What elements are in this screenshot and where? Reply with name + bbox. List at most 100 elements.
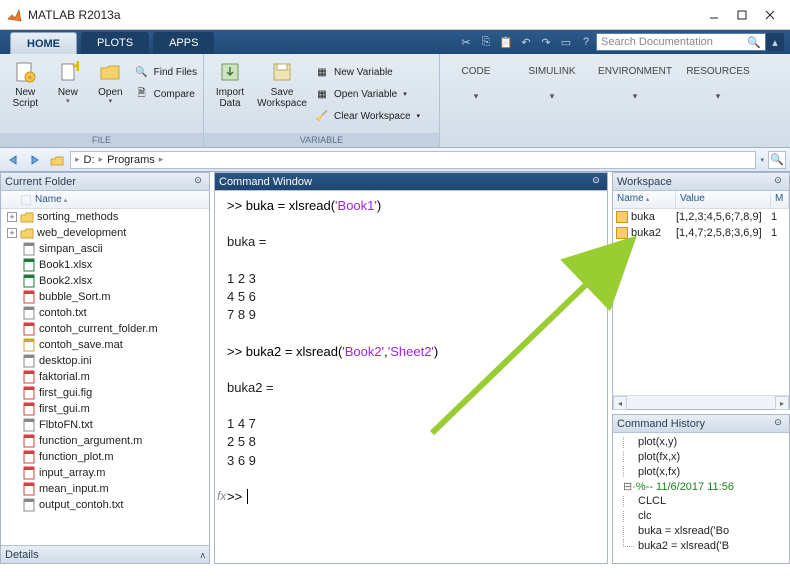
- up-folder-button[interactable]: [48, 151, 66, 169]
- file-tree-item[interactable]: faktorial.m: [1, 369, 209, 385]
- file-tree-item[interactable]: contoh.txt: [1, 305, 209, 321]
- file-icon: [22, 434, 36, 448]
- import-data-button[interactable]: Import Data: [210, 58, 250, 109]
- close-button[interactable]: [756, 4, 784, 26]
- qat-undo-icon[interactable]: ↶: [516, 32, 536, 52]
- command-history-body[interactable]: plot(x,y)plot(fx,x)plot(x,fx)⊟·%-- 11/6/…: [613, 433, 789, 563]
- history-line[interactable]: buka = xlsread('Bo: [623, 524, 789, 539]
- expand-details-icon[interactable]: ʌ: [201, 550, 206, 560]
- find-files-button[interactable]: 🔍Find Files: [134, 62, 197, 82]
- file-tree-item[interactable]: Book1.xlsx: [1, 257, 209, 273]
- qat-redo-icon[interactable]: ↷: [536, 32, 556, 52]
- file-tree-item[interactable]: contoh_save.mat: [1, 337, 209, 353]
- current-folder-path[interactable]: ▸ D: ▸ Programs ▸: [70, 151, 756, 169]
- tab-apps[interactable]: APPS: [153, 32, 214, 54]
- workspace-hscrollbar[interactable]: ◂ ▸: [613, 395, 789, 409]
- file-tree-item[interactable]: simpan_ascii: [1, 241, 209, 257]
- search-icon[interactable]: 🔍: [747, 36, 761, 49]
- file-tree-item[interactable]: function_plot.m: [1, 449, 209, 465]
- file-tree-item[interactable]: first_gui.fig: [1, 385, 209, 401]
- open-button[interactable]: Open▾: [91, 58, 130, 106]
- qat-switch-windows-icon[interactable]: ▭: [556, 32, 576, 52]
- panel-options-icon[interactable]: ⊙: [771, 417, 785, 431]
- new-script-button[interactable]: + New Script: [6, 58, 45, 109]
- qat-help-icon[interactable]: ?: [576, 32, 596, 52]
- current-folder-columns[interactable]: Name▴: [1, 191, 209, 209]
- clear-workspace-button[interactable]: 🧹Clear Workspace▾: [314, 106, 420, 126]
- current-folder-header[interactable]: Current Folder ⊙: [1, 173, 209, 191]
- file-icon: [22, 306, 36, 320]
- save-workspace-button[interactable]: Save Workspace: [254, 58, 310, 109]
- svg-text:✚: ✚: [72, 61, 79, 74]
- qat-cut-icon[interactable]: ✂: [456, 32, 476, 52]
- ribbon-group-environment[interactable]: ENVIRONMENT▾: [592, 54, 678, 102]
- ribbon-group-resources[interactable]: RESOURCES▾: [682, 54, 754, 102]
- expand-icon[interactable]: +: [7, 228, 17, 238]
- file-tree-item[interactable]: FlbtoFN.txt: [1, 417, 209, 433]
- open-folder-icon: [98, 60, 122, 84]
- open-variable-button[interactable]: ▦Open Variable▾: [314, 84, 420, 104]
- command-window-header[interactable]: Command Window ⊙: [215, 173, 607, 191]
- file-tree-item[interactable]: + web_development: [1, 225, 209, 241]
- scroll-left-icon[interactable]: ◂: [613, 396, 627, 410]
- file-tree-item[interactable]: mean_input.m: [1, 481, 209, 497]
- file-tree-item[interactable]: bubble_Sort.m: [1, 289, 209, 305]
- workspace-columns[interactable]: Name▴ Value M: [613, 191, 789, 209]
- history-line[interactable]: ⊟·%-- 11/6/2017 11:56: [623, 480, 789, 495]
- command-window-body[interactable]: fx >> buka = xlsread('Book1') buka = 1 2…: [215, 191, 607, 563]
- nav-back-button[interactable]: [4, 151, 22, 169]
- file-icon: [22, 450, 36, 464]
- search-documentation-input[interactable]: Search Documentation 🔍: [596, 33, 766, 51]
- scroll-right-icon[interactable]: ▸: [775, 396, 789, 410]
- panel-options-icon[interactable]: ⊙: [191, 175, 205, 189]
- ribbon-group-file-label: FILE: [0, 133, 203, 147]
- file-tree-item[interactable]: desktop.ini: [1, 353, 209, 369]
- fx-button[interactable]: fx: [217, 488, 226, 505]
- browse-for-folder-button[interactable]: 🔍: [768, 151, 786, 169]
- expand-icon[interactable]: +: [7, 212, 17, 222]
- minimize-button[interactable]: [700, 4, 728, 26]
- tab-plots[interactable]: PLOTS: [81, 32, 149, 54]
- qat-copy-icon[interactable]: ⎘: [476, 32, 496, 52]
- workspace-header[interactable]: Workspace ⊙: [613, 173, 789, 191]
- command-history-header[interactable]: Command History ⊙: [613, 415, 789, 433]
- compare-button[interactable]: 🗎Compare: [134, 84, 197, 104]
- history-line[interactable]: CLCL: [623, 494, 789, 509]
- file-name: desktop.ini: [39, 355, 92, 367]
- tab-home[interactable]: HOME: [10, 32, 77, 54]
- path-drive[interactable]: D:: [84, 154, 95, 166]
- file-name: web_development: [37, 227, 126, 239]
- file-tree-item[interactable]: function_argument.m: [1, 433, 209, 449]
- new-button[interactable]: ✚ New▾: [49, 58, 88, 106]
- workspace-body[interactable]: buka[1,2,3;4,5,6;7,8,9]1buka2[1,4,7;2,5,…: [613, 209, 789, 395]
- history-line[interactable]: clc: [623, 509, 789, 524]
- ribbon-group-simulink[interactable]: SIMULINK▾: [516, 54, 588, 102]
- nav-forward-button[interactable]: [26, 151, 44, 169]
- file-tree-item[interactable]: first_gui.m: [1, 401, 209, 417]
- path-folder[interactable]: Programs: [107, 154, 155, 166]
- panel-options-icon[interactable]: ⊙: [771, 175, 785, 189]
- workspace-variable-row[interactable]: buka[1,2,3;4,5,6;7,8,9]1: [613, 209, 789, 225]
- ribbon-group-code[interactable]: CODE▾: [440, 54, 512, 102]
- workspace-variable-row[interactable]: buka2[1,4,7;2,5,8;3,6,9]1: [613, 225, 789, 241]
- file-name: contoh_current_folder.m: [39, 323, 158, 335]
- history-line[interactable]: plot(fx,x): [623, 450, 789, 465]
- minimize-toolstrip-button[interactable]: ▴: [766, 33, 784, 51]
- file-name: first_gui.fig: [39, 387, 92, 399]
- details-panel-header[interactable]: Details ʌ: [1, 545, 209, 563]
- current-folder-tree[interactable]: +sorting_methods+web_developmentsimpan_a…: [1, 209, 209, 545]
- maximize-button[interactable]: [728, 4, 756, 26]
- history-line[interactable]: buka2 = xlsread('B: [623, 539, 789, 554]
- file-tree-item[interactable]: Book2.xlsx: [1, 273, 209, 289]
- history-line[interactable]: plot(x,fx): [623, 465, 789, 480]
- file-tree-item[interactable]: output_contoh.txt: [1, 497, 209, 513]
- command-line: buka2 =: [227, 379, 595, 397]
- new-variable-button[interactable]: ▦New Variable: [314, 62, 420, 82]
- file-tree-item[interactable]: +sorting_methods: [1, 209, 209, 225]
- file-tree-item[interactable]: input_array.m: [1, 465, 209, 481]
- file-tree-item[interactable]: contoh_current_folder.m: [1, 321, 209, 337]
- qat-paste-icon[interactable]: 📋: [496, 32, 516, 52]
- open-variable-icon: ▦: [314, 86, 330, 102]
- history-line[interactable]: plot(x,y): [623, 435, 789, 450]
- panel-options-icon[interactable]: ⊙: [589, 175, 603, 189]
